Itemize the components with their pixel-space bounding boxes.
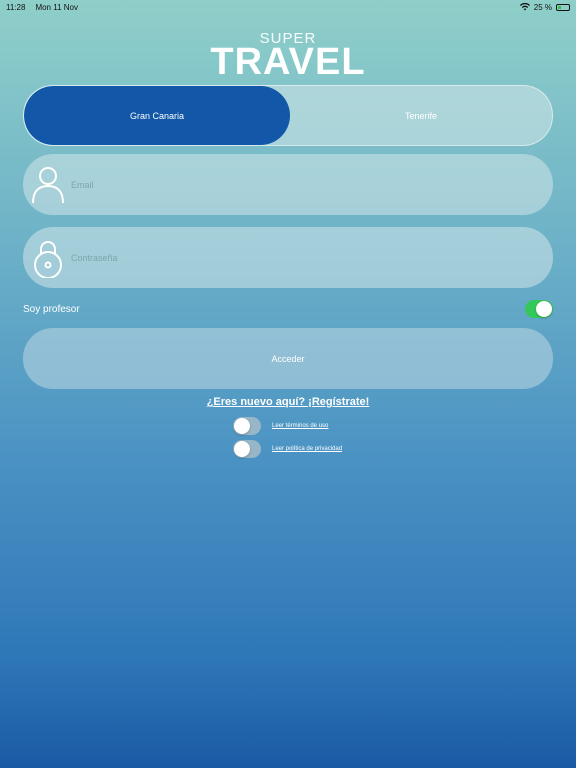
logo-travel: TRAVEL [210,41,366,83]
access-button[interactable]: Acceder [23,328,553,389]
segment-label: Tenerife [404,110,438,121]
island-selector: Gran Canaria Tenerife [23,85,553,146]
terms-toggle[interactable] [233,417,261,435]
privacy-row: Leer política de privacidad [233,440,342,458]
battery-icon [556,3,570,11]
password-input[interactable] [71,252,553,263]
app-logo: SUPER TRAVEL [0,31,576,83]
teacher-label: Soy profesor [23,303,80,315]
email-field-container [23,154,553,215]
status-date: Mon 11 Nov [35,2,78,12]
email-input[interactable] [71,179,553,190]
segment-gran-canaria[interactable]: Gran Canaria [24,86,290,145]
toggle-knob [234,441,250,457]
password-field-container [23,227,553,288]
segment-tenerife[interactable]: Tenerife [290,86,552,145]
toggle-knob [536,301,552,317]
privacy-link[interactable]: Leer política de privacidad [272,446,342,452]
toggle-knob [234,418,250,434]
wifi-icon [519,3,530,11]
teacher-row: Soy profesor [23,298,553,320]
battery-percent: 25 % [533,2,552,12]
lock-icon [34,240,62,278]
terms-link[interactable]: Leer términos de uso [272,423,328,429]
user-icon [32,166,64,203]
segment-label: Gran Canaria [129,110,185,121]
teacher-toggle[interactable] [525,300,553,318]
status-time: 11:28 [6,2,26,12]
status-bar: 11:28 Mon 11 Nov 25 % [0,0,576,14]
register-link[interactable]: ¿Eres nuevo aquí? ¡Regístrate! [0,396,576,408]
terms-row: Leer términos de uso [233,417,328,435]
privacy-toggle[interactable] [233,440,261,458]
